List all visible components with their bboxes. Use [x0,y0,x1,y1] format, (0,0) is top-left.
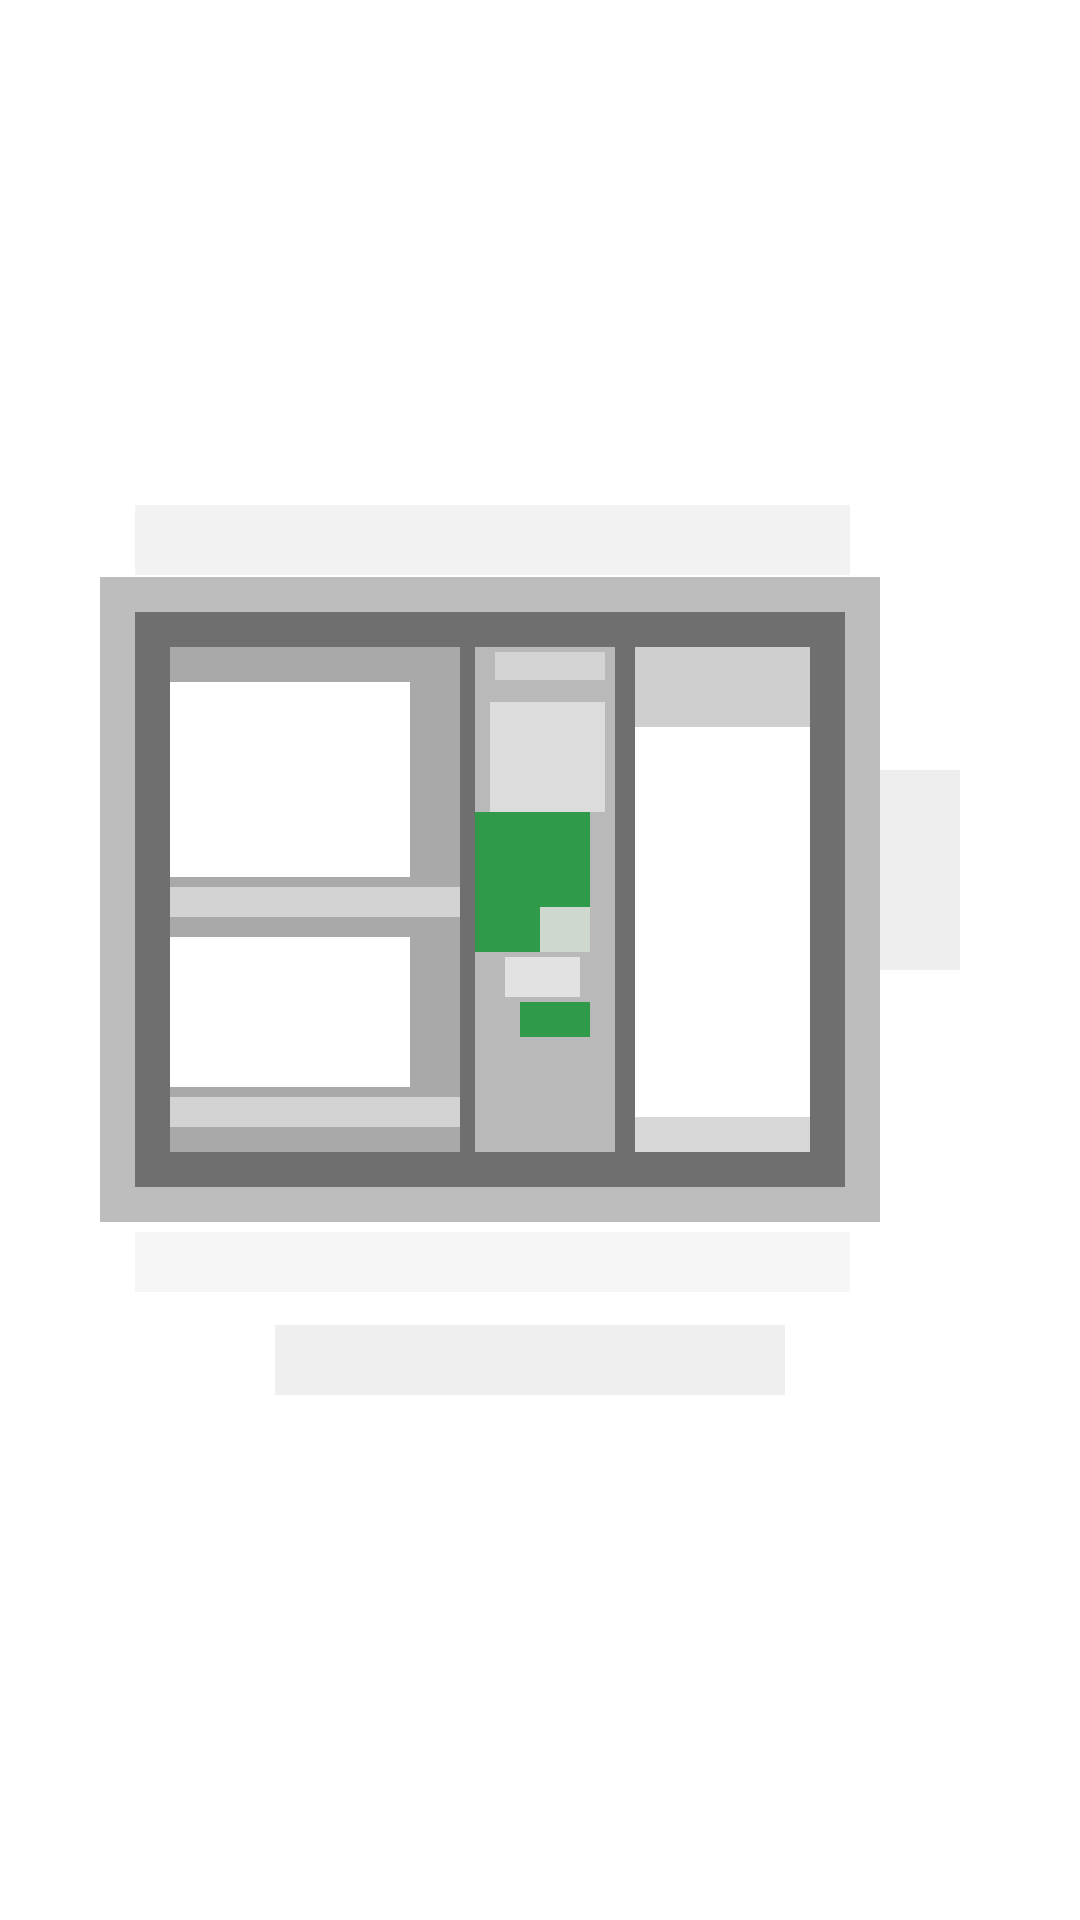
side-decorative-element [880,770,960,970]
board-column-right [635,647,810,1152]
middle-column-header [495,652,605,680]
board-column-middle [475,647,615,1152]
board-frame [135,612,845,1187]
highlighted-card [475,812,590,952]
left-card-bottom [170,937,410,1087]
left-column-footer [170,1097,460,1127]
screen [0,0,1080,1920]
bottom-decorative-strip [135,1232,850,1292]
left-card-top [170,682,410,877]
middle-card [490,702,605,812]
kanban-board-illustration-icon [100,577,880,1222]
right-column-footer [635,1117,810,1152]
board-column-left [170,647,460,1152]
right-column-body [635,727,810,1117]
highlighted-tag [520,1002,590,1037]
caption-text [275,1325,785,1395]
top-decorative-strip [135,505,850,575]
middle-card-lower [505,957,580,997]
right-column-header [635,647,810,727]
left-card-divider [170,887,460,917]
